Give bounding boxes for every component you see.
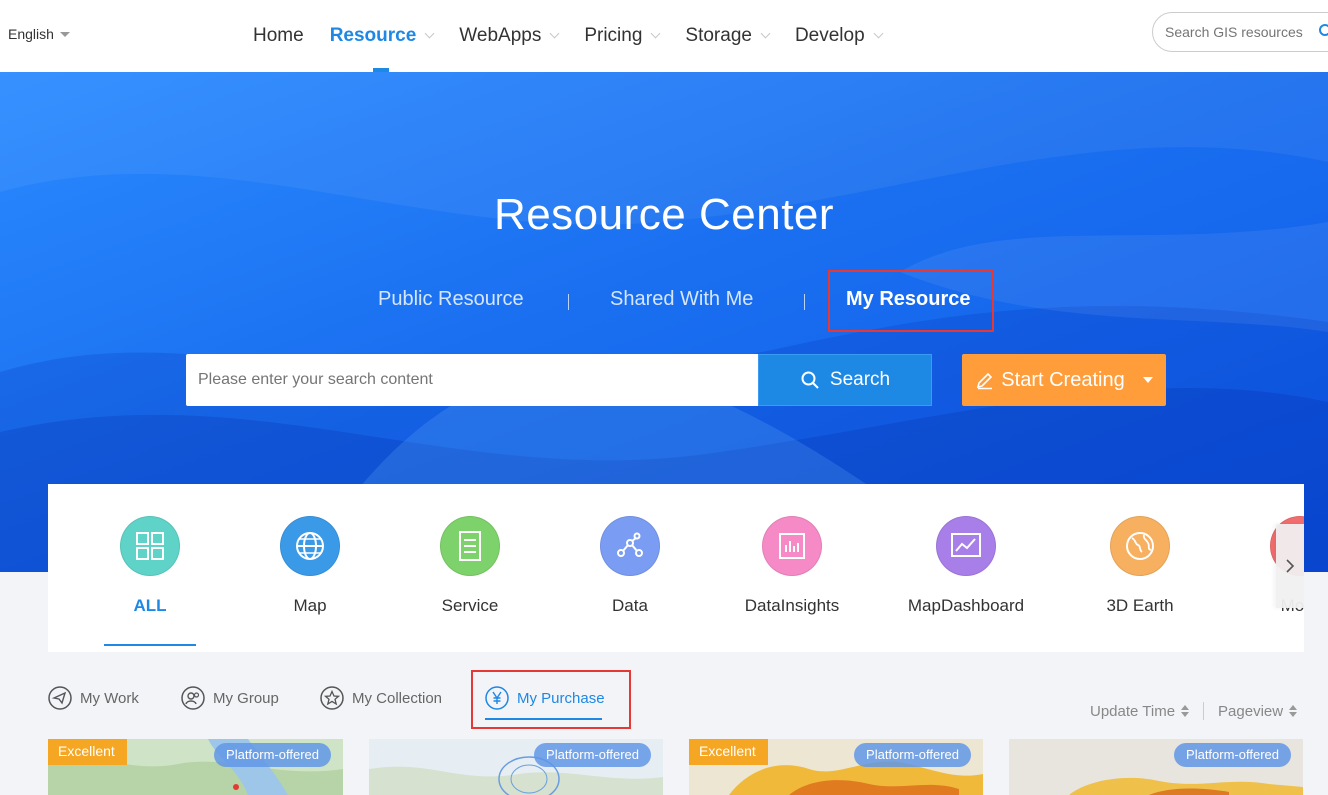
group-icon: [181, 686, 205, 710]
scroll-right-button[interactable]: [1276, 524, 1304, 608]
nav-label: Pricing: [584, 25, 643, 46]
resource-card[interactable]: Platform-offered: [369, 739, 663, 795]
category-label: 3D Earth: [1106, 596, 1174, 615]
earth-icon: [1110, 516, 1170, 576]
nav-item-pricing[interactable]: Pricing: [571, 0, 672, 72]
chevron-down-icon: [549, 28, 560, 39]
category-label: Data: [612, 596, 648, 615]
highlight-box: [828, 270, 994, 332]
nav-item-home[interactable]: Home: [240, 0, 317, 72]
language-label: English: [8, 26, 54, 42]
nav-item-webapps[interactable]: WebApps: [446, 0, 571, 72]
line-chart-icon: [936, 516, 996, 576]
resource-search-bar: Search: [186, 354, 932, 406]
category-3d-earth[interactable]: 3D Earth: [1060, 516, 1220, 616]
nav-item-resource[interactable]: Resource: [317, 0, 447, 72]
category-label: ALL: [133, 596, 167, 615]
category-label: DataInsights: [744, 596, 840, 615]
resource-search-input[interactable]: [186, 354, 758, 406]
global-search-box: [1152, 12, 1328, 52]
active-category-indicator: [104, 644, 196, 646]
edit-pencil-icon: [977, 372, 993, 390]
tab-shared-with-me[interactable]: Shared With Me: [610, 288, 753, 311]
subtab-my-collection[interactable]: My Collection: [320, 686, 442, 710]
subtab-label: My Work: [80, 689, 139, 707]
nav-label: Storage: [685, 25, 752, 46]
sort-label: Update Time: [1090, 702, 1176, 720]
resource-card[interactable]: Excellent Platform-offered: [689, 739, 983, 795]
platform-offered-badge: Platform-offered: [214, 743, 331, 767]
bar-chart-icon: [762, 516, 822, 576]
nav-item-storage[interactable]: Storage: [672, 0, 782, 72]
chevron-down-icon: [760, 28, 771, 39]
category-mapdashboard[interactable]: MapDashboard: [886, 516, 1046, 616]
grid-icon: [120, 516, 180, 576]
search-button[interactable]: Search: [758, 354, 932, 406]
chevron-right-icon: [1286, 559, 1295, 573]
platform-offered-badge: Platform-offered: [534, 743, 651, 767]
globe-icon: [280, 516, 340, 576]
chevron-down-icon: [873, 28, 884, 39]
subtab-my-work[interactable]: My Work: [48, 686, 139, 710]
star-icon: [320, 686, 344, 710]
page-title: Resource Center: [493, 190, 835, 239]
sort-pageview[interactable]: Pageview: [1218, 702, 1298, 720]
platform-offered-badge: Platform-offered: [854, 743, 971, 767]
chevron-down-icon: [424, 28, 435, 39]
search-button-label: Search: [829, 369, 891, 390]
tab-divider: [804, 294, 805, 310]
excellent-badge: Excellent: [48, 739, 127, 765]
subtab-label: My Collection: [352, 689, 443, 707]
nav-label: Develop: [794, 25, 865, 46]
search-icon[interactable]: [1318, 23, 1328, 39]
global-search-input[interactable]: [1165, 24, 1315, 40]
nav-label: Home: [253, 25, 304, 46]
nav-label: WebApps: [459, 25, 542, 46]
category-label: MapDashboard: [907, 596, 1025, 615]
category-map[interactable]: Map: [230, 516, 390, 616]
subtab-label: My Group: [213, 689, 279, 707]
resource-tabs: Public Resource Shared With Me My Resour…: [0, 284, 1328, 324]
resource-card[interactable]: Excellent Platform-offered: [48, 739, 343, 795]
sort-controls: Update Time Pageview: [1090, 702, 1298, 720]
nav-label: Resource: [329, 25, 417, 46]
caret-down-icon: [59, 31, 70, 37]
paper-plane-icon: [48, 686, 72, 710]
sort-label: Pageview: [1218, 702, 1284, 720]
chevron-down-icon: [650, 28, 661, 39]
subtab-my-group[interactable]: My Group: [181, 686, 279, 710]
sort-update-time[interactable]: Update Time: [1090, 702, 1190, 720]
category-datainsights[interactable]: DataInsights: [712, 516, 872, 616]
start-creating-label: Start Creating: [1001, 368, 1125, 391]
category-data[interactable]: Data: [550, 516, 710, 616]
server-icon: [440, 516, 500, 576]
category-label: Map: [293, 596, 327, 615]
sort-divider: [1203, 702, 1205, 720]
excellent-badge: Excellent: [689, 739, 768, 765]
category-all[interactable]: ALL: [70, 516, 230, 616]
language-selector[interactable]: English: [8, 26, 70, 42]
start-creating-button[interactable]: Start Creating: [962, 354, 1166, 406]
top-navbar: English Home Resource WebApps Pricing St…: [0, 0, 1328, 72]
category-service[interactable]: Service: [390, 516, 550, 616]
sort-arrows-icon: [1181, 705, 1190, 717]
nav-item-develop[interactable]: Develop: [782, 0, 895, 72]
main-nav: Home Resource WebApps Pricing Storage De…: [240, 0, 895, 72]
caret-down-icon: [1142, 377, 1153, 383]
platform-offered-badge: Platform-offered: [1174, 743, 1291, 767]
category-panel: ALL Map Service Data DataInsights MapDas…: [48, 484, 1304, 652]
sort-arrows-icon: [1289, 705, 1298, 717]
highlight-box: [471, 670, 631, 729]
search-icon: [801, 371, 819, 389]
tab-public-resource[interactable]: Public Resource: [378, 288, 524, 311]
data-nodes-icon: [600, 516, 660, 576]
category-label: Service: [441, 596, 499, 615]
resource-card[interactable]: Platform-offered: [1009, 739, 1303, 795]
tab-divider: [568, 294, 569, 310]
